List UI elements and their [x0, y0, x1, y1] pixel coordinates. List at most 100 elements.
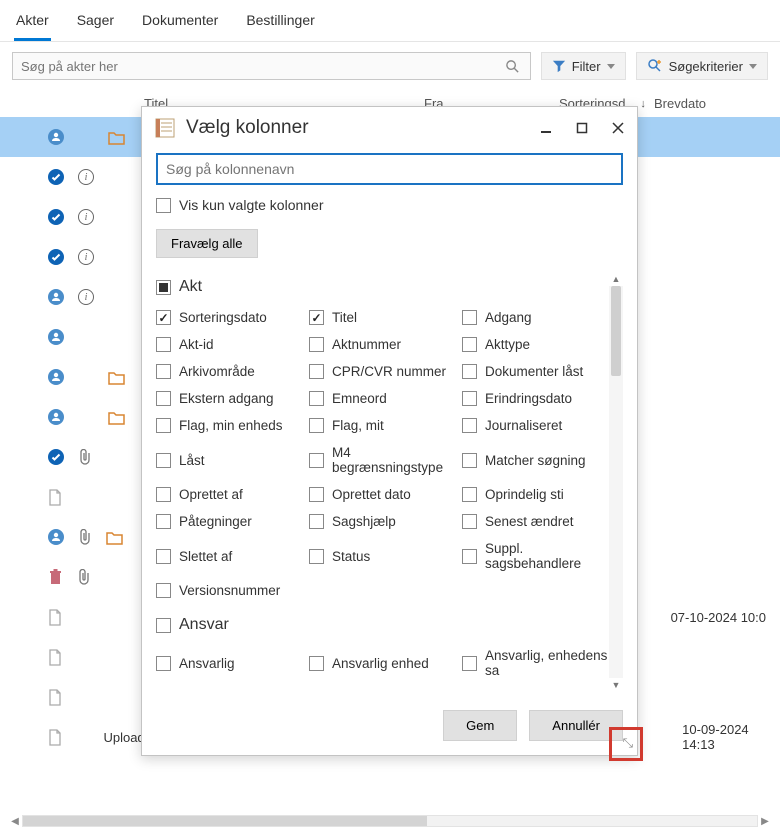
- column-checkbox[interactable]: [462, 418, 477, 433]
- column-option[interactable]: Matcher søgning: [462, 445, 609, 475]
- column-option[interactable]: Journaliseret: [462, 418, 609, 433]
- search-box[interactable]: [12, 52, 531, 80]
- column-option[interactable]: Senest ændret: [462, 514, 609, 529]
- column-checkbox[interactable]: [462, 656, 477, 671]
- scroll-down-icon[interactable]: ▼: [609, 678, 623, 692]
- column-checkbox[interactable]: [156, 364, 171, 379]
- column-option[interactable]: Akt-id: [156, 337, 303, 352]
- col-brev[interactable]: Brevdato: [654, 96, 766, 111]
- column-checkbox[interactable]: [462, 391, 477, 406]
- column-option[interactable]: Status: [309, 541, 456, 571]
- column-checkbox[interactable]: [309, 549, 324, 564]
- tab-sager[interactable]: Sager: [75, 8, 116, 41]
- minimize-button[interactable]: [539, 121, 553, 135]
- scroll-up-icon[interactable]: ▲: [609, 272, 623, 286]
- column-option[interactable]: Låst: [156, 445, 303, 475]
- scroll-right-icon[interactable]: ▶: [758, 815, 772, 827]
- column-checkbox[interactable]: [462, 337, 477, 352]
- column-checkbox[interactable]: [309, 364, 324, 379]
- column-option[interactable]: Ansvarlig, enhedens sa: [462, 648, 609, 678]
- save-button[interactable]: Gem: [443, 710, 517, 741]
- column-option[interactable]: Titel: [309, 310, 456, 325]
- deselect-all-button[interactable]: Fravælg alle: [156, 229, 258, 258]
- column-checkbox[interactable]: [309, 337, 324, 352]
- column-option[interactable]: Sagshjælp: [309, 514, 456, 529]
- maximize-button[interactable]: [575, 121, 589, 135]
- dialog-titlebar[interactable]: Vælg kolonner: [142, 107, 637, 145]
- column-option[interactable]: M4 begrænsningstype: [309, 445, 456, 475]
- column-checkbox[interactable]: [156, 656, 171, 671]
- column-checkbox[interactable]: [462, 310, 477, 325]
- column-option[interactable]: Erindringsdato: [462, 391, 609, 406]
- scroll-left-icon[interactable]: ◀: [8, 815, 22, 827]
- info-icon: i: [78, 249, 94, 265]
- column-option[interactable]: Ansvarlig enhed: [309, 648, 456, 678]
- column-checkbox[interactable]: [462, 453, 477, 468]
- close-button[interactable]: [611, 121, 625, 135]
- column-checkbox[interactable]: [462, 487, 477, 502]
- column-checkbox[interactable]: [156, 418, 171, 433]
- cancel-button[interactable]: Annullér: [529, 710, 623, 741]
- column-option[interactable]: Emneord: [309, 391, 456, 406]
- column-checkbox[interactable]: [156, 583, 171, 598]
- column-checkbox[interactable]: [309, 453, 324, 468]
- column-checkbox[interactable]: [462, 364, 477, 379]
- horizontal-scrollbar[interactable]: ◀ ▶: [8, 815, 772, 827]
- column-label: Erindringsdato: [485, 391, 572, 406]
- column-option[interactable]: Flag, min enheds: [156, 418, 303, 433]
- column-checkbox[interactable]: [156, 310, 171, 325]
- column-checkbox[interactable]: [462, 514, 477, 529]
- column-option[interactable]: Påtegninger: [156, 514, 303, 529]
- column-option[interactable]: Flag, mit: [309, 418, 456, 433]
- column-checkbox[interactable]: [462, 549, 477, 564]
- search-input[interactable]: [21, 59, 504, 74]
- dialog-search[interactable]: [156, 153, 623, 185]
- group-checkbox[interactable]: [156, 618, 171, 633]
- column-option[interactable]: Oprettet af: [156, 487, 303, 502]
- tab-dokumenter[interactable]: Dokumenter: [140, 8, 220, 41]
- search-icon[interactable]: [504, 57, 522, 75]
- column-option[interactable]: Dokumenter låst: [462, 364, 609, 379]
- tab-bestillinger[interactable]: Bestillinger: [244, 8, 316, 41]
- funnel-icon: [552, 59, 566, 73]
- column-label: Låst: [179, 453, 205, 468]
- column-search-input[interactable]: [166, 161, 613, 177]
- column-option[interactable]: Versionsnummer: [156, 583, 303, 598]
- folder-icon: [108, 410, 125, 425]
- column-checkbox[interactable]: [156, 453, 171, 468]
- column-checkbox[interactable]: [156, 549, 171, 564]
- column-option[interactable]: Akttype: [462, 337, 609, 352]
- column-checkbox[interactable]: [309, 418, 324, 433]
- column-option[interactable]: Sorteringsdato: [156, 310, 303, 325]
- column-option[interactable]: Aktnummer: [309, 337, 456, 352]
- column-option[interactable]: Oprindelig sti: [462, 487, 609, 502]
- group-checkbox[interactable]: [156, 280, 171, 295]
- column-option[interactable]: Slettet af: [156, 541, 303, 571]
- column-checkbox[interactable]: [156, 487, 171, 502]
- resize-handle-icon[interactable]: ⤡: [623, 735, 633, 751]
- column-option[interactable]: Adgang: [462, 310, 609, 325]
- column-option[interactable]: Suppl. sagsbehandlere: [462, 541, 609, 571]
- dialog-scrollbar[interactable]: ▲ ▼: [609, 272, 623, 692]
- column-checkbox[interactable]: [309, 656, 324, 671]
- column-checkbox[interactable]: [156, 391, 171, 406]
- hscroll-thumb[interactable]: [23, 816, 427, 826]
- column-option[interactable]: Ansvarlig: [156, 648, 303, 678]
- column-checkbox[interactable]: [309, 310, 324, 325]
- column-checkbox[interactable]: [309, 487, 324, 502]
- column-label: Senest ændret: [485, 514, 574, 529]
- scroll-thumb[interactable]: [611, 286, 621, 376]
- column-option[interactable]: Oprettet dato: [309, 487, 456, 502]
- column-option[interactable]: Arkivområde: [156, 364, 303, 379]
- tab-akter[interactable]: Akter: [14, 8, 51, 41]
- column-checkbox[interactable]: [156, 514, 171, 529]
- show-selected-checkbox[interactable]: [156, 198, 171, 213]
- criteria-button[interactable]: Søgekriterier: [636, 52, 768, 80]
- column-checkbox[interactable]: [156, 337, 171, 352]
- document-icon: [48, 729, 62, 746]
- filter-button[interactable]: Filter: [541, 52, 626, 80]
- column-checkbox[interactable]: [309, 514, 324, 529]
- column-option[interactable]: Ekstern adgang: [156, 391, 303, 406]
- column-checkbox[interactable]: [309, 391, 324, 406]
- column-option[interactable]: CPR/CVR nummer: [309, 364, 456, 379]
